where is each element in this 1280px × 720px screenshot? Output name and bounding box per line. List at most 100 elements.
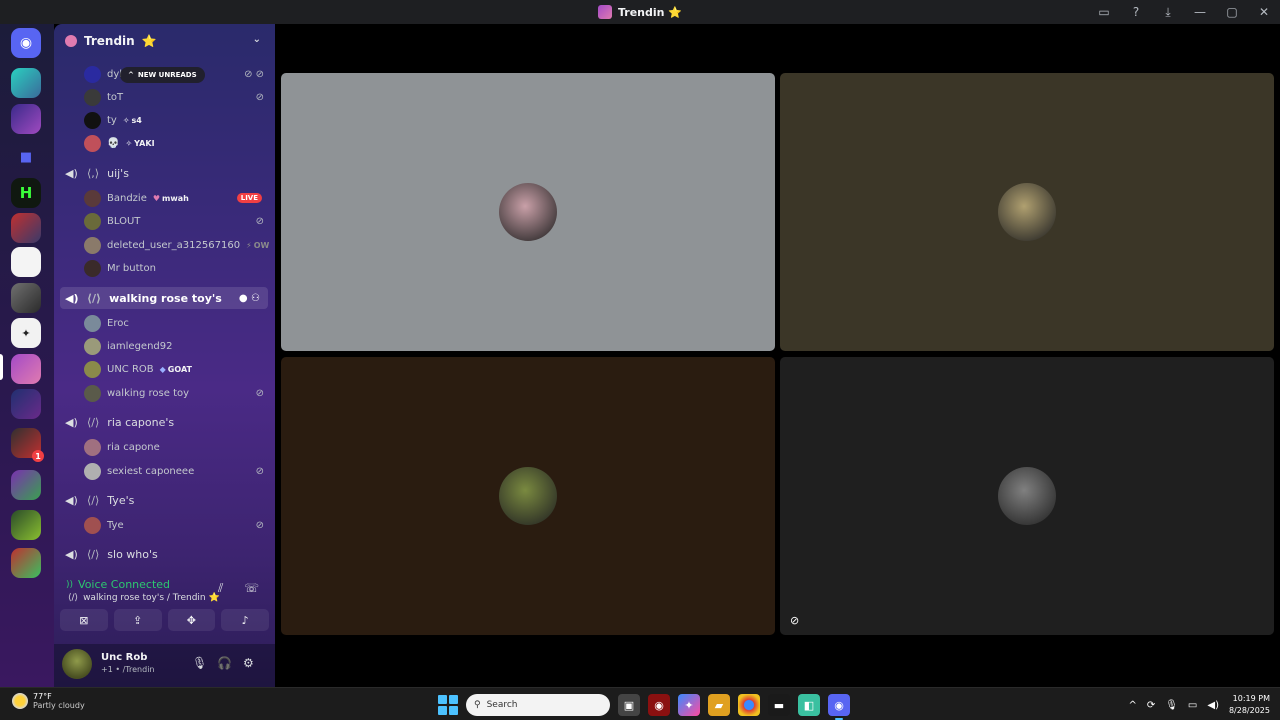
chat-icon[interactable]: ● ⚇ <box>239 293 260 304</box>
voice-channel[interactable]: ◀) ⟨,⟩ uij's <box>60 162 268 184</box>
user-tag-text: OW <box>253 240 270 250</box>
screen-share-button[interactable]: ⇪ <box>113 609 162 631</box>
avatar <box>84 134 101 152</box>
participant-tile[interactable] <box>281 73 775 351</box>
voice-user[interactable]: iamlegend92 <box>84 335 268 357</box>
voice-status[interactable]: )) Voice Connected <box>66 578 170 591</box>
gem-icon: ◆ <box>159 364 166 374</box>
server-icon[interactable] <box>11 104 41 134</box>
voice-user[interactable]: ria capone <box>84 436 268 458</box>
avatar <box>84 314 101 332</box>
weather-widget[interactable]: 77°F Partly cloudy <box>12 692 85 710</box>
folder-icon[interactable]: ■ <box>11 142 41 172</box>
clock[interactable]: 10:19 PM 8/28/2025 <box>1229 693 1270 717</box>
bolt-icon: ⚡ <box>246 240 252 250</box>
voice-user[interactable]: 💀 ✧ YAKI <box>84 132 268 154</box>
star-icon: ⭐ <box>141 34 157 48</box>
server-icon[interactable] <box>11 213 41 243</box>
voice-user[interactable]: Eroc <box>84 312 268 334</box>
noise-suppression-icon[interactable]: ⫽ <box>218 581 223 596</box>
voice-user[interactable]: ty ✧ s4 <box>84 109 268 131</box>
voice-user[interactable]: Tye ⊘ <box>84 514 268 536</box>
live-badge: LIVE <box>236 193 262 203</box>
help-icon[interactable]: ? <box>1120 0 1152 24</box>
speaker-icon: ◀) <box>65 493 78 507</box>
new-unreads-pill[interactable]: ^ NEW UNREADS <box>120 67 205 83</box>
voice-user[interactable]: walking rose toy ⊘ <box>84 382 268 404</box>
user-name: UNC ROB <box>107 363 154 375</box>
tag-icon: ✧ <box>125 138 133 148</box>
taskbar: 77°F Partly cloudy ⚲ Search ▣ ◉ ✦ ▰ ▬ ◧ … <box>0 687 1280 720</box>
server-header[interactable]: Trendin ⭐ ⌄ <box>54 24 275 58</box>
user-name: ty <box>107 114 117 126</box>
voice-user[interactable]: BLOUT ⊘ <box>84 210 268 232</box>
voice-user[interactable]: Mr button <box>84 257 268 279</box>
participant-avatar <box>998 467 1056 525</box>
user-name: Bandzie <box>107 192 147 204</box>
voice-channel[interactable]: ◀) ⟨/⟩ ria capone's <box>60 411 268 433</box>
avatar <box>84 462 101 480</box>
camera-off-button[interactable]: ⊠ <box>60 609 108 631</box>
inbox-icon[interactable]: ▭ <box>1088 0 1120 24</box>
voice-user[interactable]: UNC ROB ◆ GOAT <box>84 358 268 380</box>
server-icon[interactable] <box>11 68 41 98</box>
code-icon: ⟨/⟩ <box>68 593 79 603</box>
chevron-down-icon[interactable]: ⌄ <box>253 34 261 45</box>
participant-avatar <box>499 467 557 525</box>
activities-button[interactable]: ✥ <box>167 609 216 631</box>
file-explorer-icon[interactable]: ▰ <box>708 694 730 716</box>
participant-tile[interactable] <box>281 357 775 635</box>
discord-taskbar-icon[interactable]: ◉ <box>828 694 850 720</box>
soundboard-button[interactable]: ♪ <box>221 609 269 631</box>
headphones-icon[interactable]: 🎧 <box>217 656 232 670</box>
server-icon[interactable]: ✦ <box>11 318 41 348</box>
server-icon[interactable] <box>11 470 41 500</box>
server-icon-trendin[interactable] <box>11 354 41 384</box>
clock-date: 8/28/2025 <box>1228 706 1270 715</box>
voice-channel-active[interactable]: ◀) ⟨/⟩ walking rose toy's ● ⚇ <box>60 287 268 309</box>
avatar[interactable] <box>62 649 92 679</box>
microphone-icon[interactable]: 🎙 <box>192 656 207 670</box>
minimize-icon[interactable]: — <box>1184 0 1216 24</box>
app-icon[interactable]: ◧ <box>798 694 820 716</box>
gear-icon[interactable]: ⚙ <box>243 656 254 670</box>
display-icon[interactable]: ▭ <box>1188 700 1197 711</box>
volume-icon[interactable]: ◀) <box>1207 700 1219 711</box>
server-icon[interactable] <box>11 389 41 419</box>
user-name[interactable]: Unc Rob <box>101 652 147 663</box>
disconnect-icon[interactable]: ☏ <box>244 581 259 595</box>
maximize-icon[interactable]: ▢ <box>1216 0 1248 24</box>
search-label: Search <box>486 700 518 710</box>
terminal-icon[interactable]: ▬ <box>768 694 790 716</box>
close-icon[interactable]: ✕ <box>1248 0 1280 24</box>
task-view-icon[interactable]: ▣ <box>618 694 640 716</box>
voice-location[interactable]: ⟨/⟩ walking rose toy's / Trendin ⭐ <box>68 593 220 603</box>
voice-user[interactable]: sexiest caponeee ⊘ <box>84 460 268 482</box>
chevron-up-icon[interactable]: ^ <box>1128 700 1136 711</box>
server-icon[interactable] <box>11 510 41 540</box>
sync-icon[interactable]: ⟳ <box>1147 700 1155 711</box>
voice-channel[interactable]: ◀) ⟨/⟩ Tye's <box>60 489 268 511</box>
server-icon[interactable] <box>11 548 41 578</box>
taskbar-search[interactable]: ⚲ Search <box>466 694 610 716</box>
participant-avatar <box>998 183 1056 241</box>
avatar <box>84 360 101 378</box>
download-icon[interactable]: ⤓ <box>1152 0 1184 24</box>
server-icon[interactable] <box>11 283 41 313</box>
voice-user[interactable]: Bandzie ♥ mwah LIVE <box>84 187 268 209</box>
chrome-icon[interactable] <box>738 694 760 716</box>
participant-tile[interactable] <box>780 73 1274 351</box>
participant-tile[interactable]: ⊘ <box>780 357 1274 635</box>
server-icon[interactable]: H <box>11 178 41 208</box>
voice-user[interactable]: deleted_user_a312567160 ⚡ OW <box>84 234 270 256</box>
copilot-icon[interactable]: ✦ <box>678 694 700 716</box>
user-name: deleted_user_a312567160 <box>107 239 241 251</box>
app-icon[interactable]: ◉ <box>648 694 670 716</box>
server-icon[interactable] <box>11 247 41 277</box>
microphone-icon[interactable]: 🎙 <box>1165 700 1178 711</box>
voice-channel[interactable]: ◀) ⟨/⟩ slo who's <box>60 543 268 565</box>
voice-user[interactable]: toT ⊘ <box>84 86 268 108</box>
discord-home-icon[interactable]: ◉ <box>11 28 41 58</box>
start-button[interactable] <box>438 695 458 715</box>
weather-icon <box>12 693 28 709</box>
